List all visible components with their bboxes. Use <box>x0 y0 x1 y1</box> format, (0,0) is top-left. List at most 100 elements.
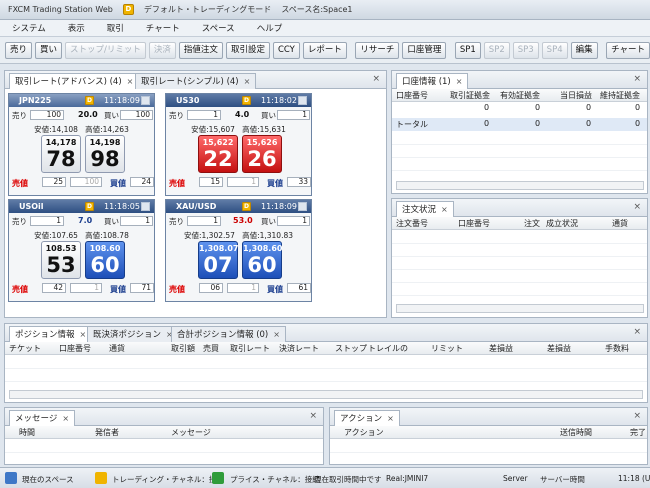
menu-space[interactable]: スペース <box>202 22 235 34</box>
sell-qty[interactable]: 42 <box>42 283 66 293</box>
card-menu-icon[interactable] <box>141 202 150 211</box>
buy-quote-button[interactable]: 14,198 98 <box>85 135 125 173</box>
buy-quote-button[interactable]: 15,626 26 <box>242 135 282 173</box>
close-icon[interactable]: × <box>62 414 69 423</box>
research-button[interactable]: リサーチ <box>355 41 400 59</box>
server-clock: 11:18 (UTC <box>618 474 650 483</box>
close-icon[interactable]: × <box>387 414 394 423</box>
rate-card[interactable]: JPN225 D 11:18:09 売り 100 20.0 買い 100 安値:… <box>8 93 155 196</box>
close-position-button[interactable]: 決済 <box>148 41 176 59</box>
rate-card[interactable]: US30 D 11:18:02 売り 1 4.0 買い 1 安値:15,607 … <box>165 93 312 196</box>
buy-qty[interactable]: 71 <box>130 283 154 293</box>
tab-messages[interactable]: メッセージ × <box>9 410 76 426</box>
sell-amount-select[interactable]: 100 <box>30 110 64 120</box>
tab-order-status[interactable]: 注文状況 × <box>396 201 454 217</box>
menu-system[interactable]: システム <box>12 22 46 34</box>
close-icon[interactable]: × <box>244 77 251 86</box>
chart-icon[interactable]: D <box>85 96 94 105</box>
close-icon[interactable]: × <box>441 205 448 214</box>
sell-quote-button[interactable]: 14,178 78 <box>41 135 81 173</box>
close-icon[interactable]: × <box>80 330 87 339</box>
buy-button[interactable]: 買い <box>35 41 63 59</box>
sell-quote-button[interactable]: 1,308.07 07 <box>198 241 238 279</box>
buy-label: 買値 <box>267 179 283 188</box>
chart-icon[interactable]: D <box>242 96 251 105</box>
limit-order-button[interactable]: 指値注文 <box>178 41 223 59</box>
title-bar: FXCM Trading Station Web D デフォルト・トレーディング… <box>0 0 650 20</box>
close-icon[interactable]: × <box>273 330 280 339</box>
tab-closed-positions[interactable]: 既決済ポジション × <box>87 326 179 342</box>
chart-icon[interactable]: D <box>242 202 251 211</box>
amount-stepper[interactable]: 1 <box>227 283 259 293</box>
card-menu-icon[interactable] <box>141 96 150 105</box>
buy-amount-select[interactable]: 100 <box>120 110 153 120</box>
amount-stepper[interactable]: 100 <box>70 177 102 187</box>
tab-rates-simple[interactable]: 取引レート(シンプル) (4) × <box>135 73 257 89</box>
sell-qty[interactable]: 06 <box>199 283 223 293</box>
card-menu-icon[interactable] <box>298 96 307 105</box>
panel-close-icon[interactable]: × <box>633 411 641 421</box>
panel-close-icon[interactable]: × <box>372 74 380 84</box>
tab-account-info[interactable]: 口座情報 (1) × <box>396 73 469 89</box>
stop-limit-button[interactable]: ストップ/リミット <box>65 41 146 59</box>
sell-amount-select[interactable]: 1 <box>187 216 221 226</box>
sp4-button[interactable]: SP4 <box>541 41 568 59</box>
tab-rates-advanced[interactable]: 取引レート(アドバンス) (4) × <box>9 73 140 89</box>
panel-close-icon[interactable]: × <box>633 74 641 84</box>
card-menu-icon[interactable] <box>298 202 307 211</box>
trade-settings-button[interactable]: 取引設定 <box>225 41 270 59</box>
sp2-button[interactable]: SP2 <box>483 41 510 59</box>
account-grid-header: 口座番号 取引証拠金 有効証拠金 当日損益 維持証拠金 <box>392 89 647 102</box>
sp1-button[interactable]: SP1 <box>454 41 481 59</box>
panel-close-icon[interactable]: × <box>633 202 641 212</box>
sell-label: 売値 <box>169 179 185 188</box>
buy-amount-select[interactable]: 1 <box>277 216 310 226</box>
menu-chart[interactable]: チャート <box>146 22 180 34</box>
table-row-total[interactable]: トータル 0 0 0 0 <box>392 118 647 131</box>
tab-positions[interactable]: ポジション情報 × <box>9 326 93 342</box>
report-button[interactable]: レポート <box>302 41 347 59</box>
tab-summary-positions[interactable]: 合計ポジション情報 (0) × <box>171 326 286 342</box>
amount-stepper[interactable]: 1 <box>227 177 259 187</box>
ccy-button[interactable]: CCY <box>272 41 300 59</box>
menu-trade[interactable]: 取引 <box>107 22 124 34</box>
sell-qty[interactable]: 15 <box>199 177 223 187</box>
rate-card[interactable]: USOil D 11:18:05 売り 1 7.0 買い 1 安値:107.65… <box>8 199 155 302</box>
sell-amount-select[interactable]: 1 <box>187 110 221 120</box>
current-space-status[interactable]: 現在のスペース <box>22 474 74 485</box>
buy-amount-select[interactable]: 1 <box>277 110 310 120</box>
symbol-label: USOil <box>19 202 44 211</box>
buy-quote-button[interactable]: 1,308.60 60 <box>242 241 282 279</box>
chart-icon[interactable]: D <box>85 202 94 211</box>
space-icon <box>5 472 17 484</box>
tab-actions[interactable]: アクション × <box>334 410 400 426</box>
edit-button[interactable]: 編集 <box>570 41 598 59</box>
panel-close-icon[interactable]: × <box>309 411 317 421</box>
buy-label: 買値 <box>110 285 126 294</box>
sell-button[interactable]: 売り <box>5 41 33 59</box>
sell-amount-select[interactable]: 1 <box>30 216 64 226</box>
sell-qty[interactable]: 25 <box>42 177 66 187</box>
buy-quote-button[interactable]: 108.60 60 <box>85 241 125 279</box>
close-icon[interactable]: × <box>127 77 134 86</box>
buy-qty[interactable]: 24 <box>130 177 154 187</box>
menu-view[interactable]: 表示 <box>68 22 85 34</box>
buy-qty[interactable]: 33 <box>287 177 311 187</box>
horizontal-scrollbar[interactable] <box>9 390 643 399</box>
horizontal-scrollbar[interactable] <box>396 181 644 190</box>
buy-amount-select[interactable]: 1 <box>120 216 153 226</box>
close-icon[interactable]: × <box>456 77 463 86</box>
panel-close-icon[interactable]: × <box>633 327 641 337</box>
rate-card[interactable]: XAU/USD D 11:18:09 売り 1 53.0 買い 1 安値:1,3… <box>165 199 312 302</box>
buy-qty[interactable]: 61 <box>287 283 311 293</box>
sell-quote-button[interactable]: 15,622 22 <box>198 135 238 173</box>
chart-button[interactable]: チャート <box>606 41 650 59</box>
account-management-button[interactable]: 口座管理 <box>402 41 447 59</box>
menu-help[interactable]: ヘルプ <box>257 22 283 34</box>
sp3-button[interactable]: SP3 <box>512 41 539 59</box>
sell-quote-button[interactable]: 108.53 53 <box>41 241 81 279</box>
amount-stepper[interactable]: 1 <box>70 283 102 293</box>
table-row[interactable]: 0 0 0 0 <box>392 103 647 116</box>
account-status: Real:JMINI7 <box>386 474 429 483</box>
horizontal-scrollbar[interactable] <box>396 304 644 313</box>
